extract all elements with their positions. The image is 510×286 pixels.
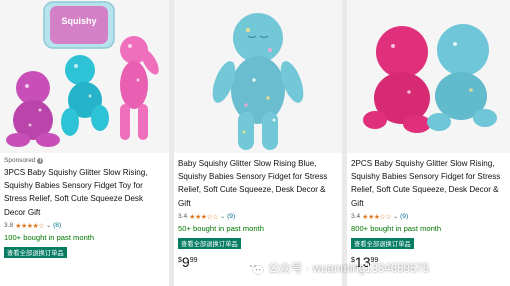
watermark: 公众号 · wuanming1334689675 — [246, 258, 429, 278]
product-title[interactable]: Baby Squishy Glitter Slow Rising Blue, S… — [178, 157, 338, 210]
sponsored-text: Sponsored — [4, 157, 36, 164]
watermark-text: 公众号 · wuanming1334689675 — [268, 263, 430, 275]
rating-row[interactable]: 3.4 ★★★☆☆ ⌄ (9) — [351, 212, 506, 222]
review-count[interactable]: (9) — [227, 213, 235, 220]
product-card[interactable]: Squishy Sponsored i 3PCS Baby Squishy Gl… — [0, 0, 169, 286]
wechat-icon — [246, 261, 264, 275]
rating-value: 3.4 — [178, 213, 188, 221]
box-label: Squishy — [61, 16, 96, 26]
squishy-3pcs-image: Squishy — [0, 0, 169, 153]
chevron-down-icon[interactable]: ⌄ — [393, 213, 398, 220]
sponsored-label: Sponsored i — [4, 157, 165, 164]
product-title[interactable]: 2PCS Baby Squishy Glitter Slow Rising, S… — [351, 157, 506, 210]
chevron-down-icon[interactable]: ⌄ — [220, 213, 225, 220]
squishy-2pcs-image — [347, 0, 510, 153]
status-badge[interactable]: 查看全部退换订单品 — [4, 246, 67, 258]
rating-row[interactable]: 3.4 ★★★☆☆ ⌄ (9) — [178, 212, 338, 222]
status-badge[interactable]: 查看全部退换订单品 — [178, 237, 241, 249]
star-rating-icon: ★★★☆☆ — [189, 213, 219, 221]
review-count[interactable]: (8) — [53, 222, 61, 229]
bought-count: 800+ bought in past month — [351, 223, 442, 233]
price-fraction: 99 — [189, 256, 198, 264]
bought-count: 100+ bought in past month — [4, 232, 95, 242]
price-whole: 9 — [181, 253, 190, 270]
rating-value: 3.8 — [4, 222, 14, 230]
product-card[interactable]: 2PCS Baby Squishy Glitter Slow Rising, S… — [347, 0, 510, 286]
bought-count: 50+ bought in past month — [178, 223, 264, 233]
product-card[interactable]: Baby Squishy Glitter Slow Rising Blue, S… — [174, 0, 342, 286]
product-title[interactable]: 3PCS Baby Squishy Glitter Slow Rising, S… — [4, 166, 165, 219]
status-badge[interactable]: 查看全部退换订单品 — [351, 237, 414, 249]
squishy-blue-image — [174, 0, 342, 153]
star-rating-icon: ★★★☆☆ — [362, 213, 392, 221]
rating-value: 3.4 — [351, 213, 361, 221]
rating-row[interactable]: 3.8 ★★★★☆ ⌄ (8) — [4, 221, 165, 231]
info-icon[interactable]: i — [37, 157, 44, 164]
star-rating-icon: ★★★★☆ — [15, 222, 45, 230]
product-image[interactable]: Squishy — [0, 0, 169, 153]
product-image[interactable] — [174, 0, 342, 153]
product-grid: Squishy Sponsored i 3PCS Baby Squishy Gl… — [0, 0, 510, 286]
review-count[interactable]: (9) — [400, 213, 408, 220]
product-image[interactable] — [347, 0, 510, 153]
chevron-down-icon[interactable]: ⌄ — [46, 222, 51, 229]
